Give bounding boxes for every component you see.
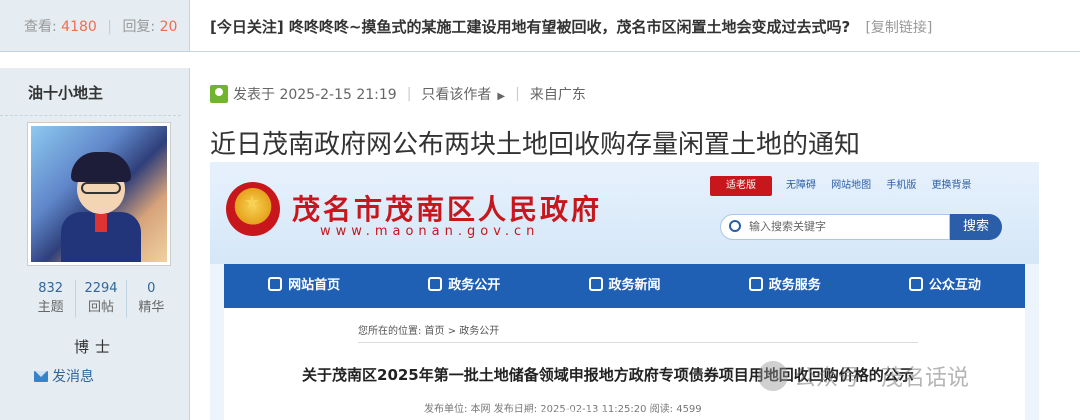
- gov-site-name: 茂名市茂南区人民政府: [292, 193, 603, 226]
- stat-label: 精华: [138, 300, 165, 315]
- envelope-icon: [34, 370, 48, 382]
- divider: [358, 342, 918, 343]
- gov-site-url: www.maonan.gov.cn: [320, 224, 540, 239]
- stat-value: 0: [147, 281, 156, 296]
- mobile-link: 手机版: [886, 180, 917, 191]
- author-stats: 832 主题 2294 回帖 0 精华: [26, 280, 176, 318]
- avatar-hair-shape: [71, 152, 131, 182]
- avatar-glasses-shape: [81, 182, 121, 194]
- replies-label: 回复:: [122, 19, 156, 35]
- send-message-label: 发消息: [52, 369, 94, 385]
- wechat-watermark: 公众号 · 茂名话说: [758, 360, 969, 392]
- only-author-link[interactable]: 只看该作者 ▶: [421, 84, 505, 104]
- send-message-link[interactable]: 发消息: [34, 366, 94, 386]
- thread-stats: 查看: 4180 | 回复: 20: [0, 0, 190, 52]
- search-placeholder: 输入搜索关键字: [749, 220, 826, 233]
- gov-search-button: 搜索: [950, 214, 1002, 240]
- stat-label: 主题: [37, 300, 64, 315]
- triangle-right-icon: ▶: [497, 91, 506, 102]
- post-title: 近日茂南政府网公布两块土地回收购存量闲置土地的通知: [210, 130, 861, 160]
- wechat-watermark-text: 公众号 · 茂名话说: [794, 366, 969, 391]
- info-separator: |: [515, 86, 520, 102]
- views-count: 4180: [61, 19, 97, 35]
- nav-interaction: 公众互动: [865, 264, 1025, 308]
- stat-topics[interactable]: 832 主题: [26, 280, 77, 318]
- stat-label: 回帖: [87, 300, 114, 315]
- avatar-tie-shape: [95, 214, 107, 232]
- nav-news: 政务新闻: [544, 264, 704, 308]
- copy-link-button[interactable]: [复制链接]: [865, 20, 932, 36]
- gov-toolbar: 无障碍 网站地图 手机版 更换背景: [786, 176, 984, 196]
- search-icon: [729, 220, 741, 232]
- nav-label: 政务新闻: [608, 278, 661, 293]
- forum-page: 查看: 4180 | 回复: 20 [今日关注] 咚咚咚咚~摸鱼式的某施工建设用…: [0, 0, 1080, 420]
- online-status-icon: [210, 85, 228, 103]
- news-icon: [588, 277, 603, 291]
- national-emblem-icon: [226, 182, 280, 236]
- home-icon: [268, 277, 283, 291]
- stats-separator: |: [107, 19, 112, 35]
- gov-search-input: 输入搜索关键字: [720, 214, 950, 240]
- sitemap-link: 网站地图: [831, 180, 872, 191]
- accessibility-link: 无障碍: [786, 180, 816, 191]
- post-info-bar: 发表于 2025-2-15 21:19 | 只看该作者 ▶ | 来自广东: [210, 84, 586, 104]
- stat-digest[interactable]: 0 精华: [127, 280, 176, 318]
- gov-breadcrumb: 您所在的位置: 首页 > 政务公开: [358, 326, 500, 337]
- site-watermark-url: www.0668m.com: [528, 408, 606, 418]
- nav-services: 政务服务: [705, 264, 865, 308]
- views-label: 查看:: [24, 19, 57, 35]
- thread-header: [今日关注] 咚咚咚咚~摸鱼式的某施工建设用地有望被回收，茂名市区闲置土地会变成…: [190, 0, 1080, 52]
- stat-value: 832: [38, 281, 64, 296]
- avatar[interactable]: [27, 122, 171, 266]
- author-rank: 博士: [73, 338, 116, 356]
- monitor-icon: [748, 277, 763, 291]
- only-author-label: 只看该作者: [421, 87, 492, 103]
- nav-label: 公众互动: [928, 278, 981, 293]
- info-separator: |: [406, 86, 412, 102]
- nav-home: 网站首页: [224, 264, 384, 308]
- nav-label: 政务公开: [448, 278, 501, 293]
- author-panel: 油十小地主 832 主题 2294 回帖 0 精华 博士 发消息: [0, 68, 190, 420]
- chat-icon: [908, 277, 923, 291]
- author-name[interactable]: 油十小地主: [0, 68, 181, 116]
- site-watermark: 茂名在线: [510, 384, 590, 408]
- thread-title: [今日关注] 咚咚咚咚~摸鱼式的某施工建设用地有望被回收，茂名市区闲置土地会变成…: [210, 18, 851, 36]
- gov-site-banner: 茂名市茂南区人民政府 www.maonan.gov.cn 适老版 无障碍 网站地…: [210, 162, 1039, 264]
- nav-gov-affairs: 政务公开: [384, 264, 544, 308]
- wechat-icon: [758, 361, 788, 391]
- stat-replies[interactable]: 2294 回帖: [76, 280, 127, 318]
- gov-nav-bar: 网站首页 政务公开 政务新闻 政务服务 公众互动: [224, 264, 1025, 308]
- avatar-image: [31, 126, 167, 262]
- stat-value: 2294: [84, 281, 118, 296]
- elderly-mode-button: 适老版: [710, 176, 772, 196]
- nav-label: 网站首页: [288, 278, 341, 293]
- post-location: 来自广东: [529, 87, 586, 103]
- post-time: 发表于 2025-2-15 21:19: [233, 87, 397, 103]
- nav-label: 政务服务: [768, 278, 821, 293]
- replies-count: 20: [159, 19, 178, 35]
- change-background-link: 更换背景: [931, 180, 972, 191]
- embedded-screenshot: 茂名市茂南区人民政府 www.maonan.gov.cn 适老版 无障碍 网站地…: [210, 162, 1039, 420]
- document-icon: [428, 277, 443, 291]
